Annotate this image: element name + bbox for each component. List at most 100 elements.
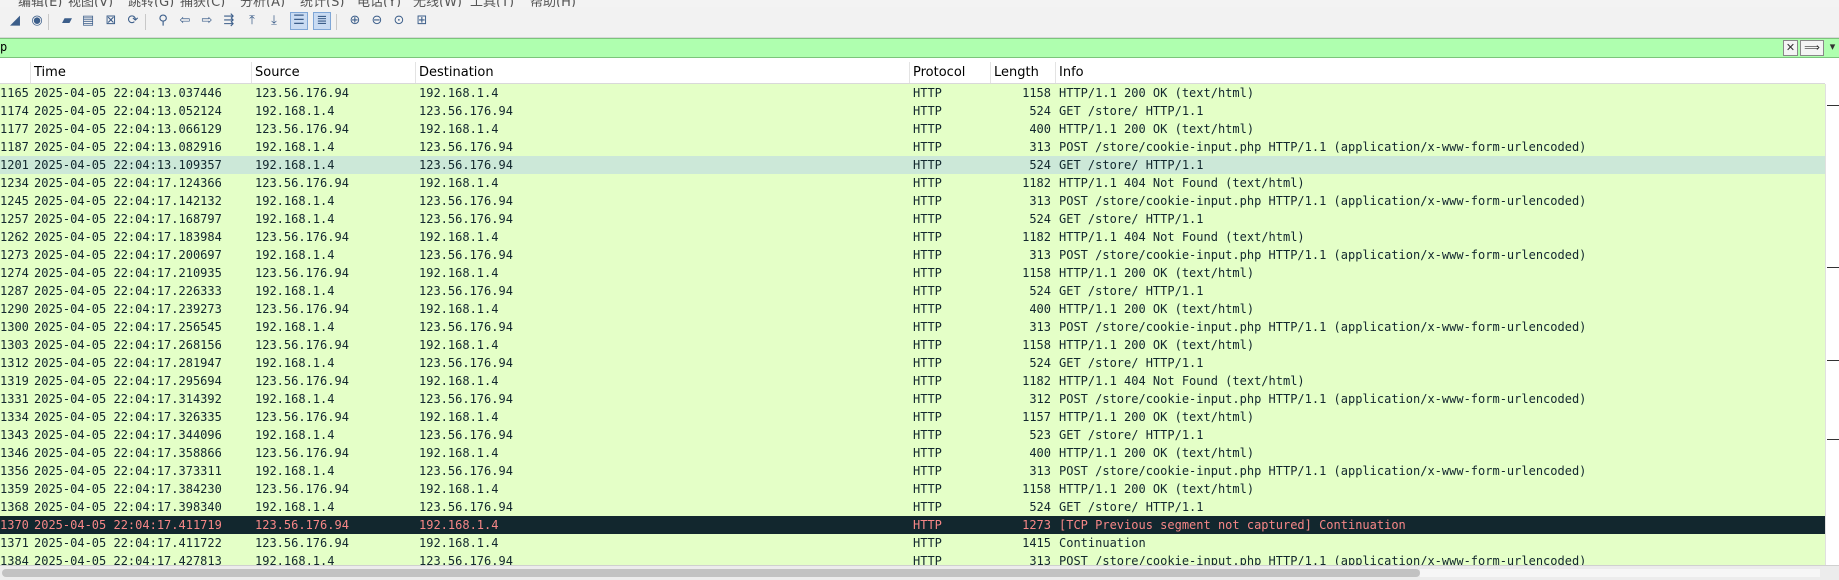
- go-back-icon[interactable]: ⇦: [176, 12, 194, 30]
- toolbar-separator: [48, 14, 49, 30]
- table-row[interactable]: 1343 2025-04-05 22:04:17.344096 192.168.1.…: [0, 426, 1825, 444]
- column-header-info[interactable]: Info: [1056, 62, 1825, 83]
- auto-scroll-icon[interactable]: ☰: [290, 12, 308, 30]
- apply-filter-icon[interactable]: ⟹: [1800, 40, 1824, 56]
- go-first-packet-icon[interactable]: ⤒: [243, 12, 261, 30]
- packet-number: 1319: [0, 374, 29, 388]
- packet-length: 400: [1029, 122, 1051, 136]
- table-row[interactable]: 1174 2025-04-05 22:04:13.052124 192.168.1.…: [0, 102, 1825, 120]
- packet-time: 2025-04-05 22:04:17.411722: [34, 536, 222, 550]
- menu-item[interactable]: 跳转(G): [128, 0, 174, 7]
- reload-file-icon[interactable]: ⟳: [124, 12, 142, 30]
- zoom-normal-icon[interactable]: ⊙: [390, 12, 408, 30]
- table-row[interactable]: 1300 2025-04-05 22:04:17.256545 192.168.1.…: [0, 318, 1825, 336]
- menu-item[interactable]: 无线(W): [413, 0, 462, 7]
- packet-info: POST /store/cookie-input.php HTTP/1.1 (a…: [1059, 320, 1587, 334]
- table-row[interactable]: 1234 2025-04-05 22:04:17.124366 123.56.176…: [0, 174, 1825, 192]
- packet-source: 192.168.1.4: [255, 464, 335, 478]
- table-row[interactable]: 1187 2025-04-05 22:04:13.082916 192.168.1.…: [0, 138, 1825, 156]
- display-filter-bar[interactable]: p ✕ ⟹ ▾: [0, 38, 1839, 58]
- table-row[interactable]: 1262 2025-04-05 22:04:17.183984 123.56.176…: [0, 228, 1825, 246]
- column-header-destination[interactable]: Destination: [416, 62, 910, 83]
- table-row[interactable]: 1356 2025-04-05 22:04:17.373311 192.168.1.…: [0, 462, 1825, 480]
- table-row[interactable]: 1245 2025-04-05 22:04:17.142132 192.168.1.…: [0, 192, 1825, 210]
- packet-destination: 123.56.176.94: [419, 356, 513, 370]
- packet-number: 1274: [0, 266, 29, 280]
- shark-fin-icon[interactable]: ◢: [6, 12, 24, 30]
- table-row[interactable]: 1274 2025-04-05 22:04:17.210935 123.56.176…: [0, 264, 1825, 282]
- menu-item[interactable]: 电话(Y): [357, 0, 401, 7]
- packet-protocol: HTTP: [913, 482, 942, 496]
- menu-item[interactable]: 统计(S): [300, 0, 344, 7]
- table-row[interactable]: 1368 2025-04-05 22:04:17.398340 192.168.1.…: [0, 498, 1825, 516]
- capture-options-icon[interactable]: ◉: [28, 12, 46, 30]
- packet-protocol: HTTP: [913, 554, 942, 565]
- packet-protocol: HTTP: [913, 176, 942, 190]
- table-row[interactable]: 1319 2025-04-05 22:04:17.295694 123.56.176…: [0, 372, 1825, 390]
- packet-destination: 123.56.176.94: [419, 158, 513, 172]
- packet-source: 192.168.1.4: [255, 140, 335, 154]
- packet-time: 2025-04-05 22:04:13.066129: [34, 122, 222, 136]
- menu-item[interactable]: 编辑(E): [18, 0, 62, 7]
- menu-item[interactable]: 帮助(H): [530, 0, 576, 7]
- table-row[interactable]: 1287 2025-04-05 22:04:17.226333 192.168.1.…: [0, 282, 1825, 300]
- table-row[interactable]: 1331 2025-04-05 22:04:17.314392 192.168.1.…: [0, 390, 1825, 408]
- column-header-no[interactable]: [0, 62, 31, 83]
- packet-number: 1165: [0, 86, 29, 100]
- packet-protocol: HTTP: [913, 104, 942, 118]
- table-row[interactable]: 1346 2025-04-05 22:04:17.358866 123.56.176…: [0, 444, 1825, 462]
- zoom-in-icon[interactable]: ⊕: [346, 12, 364, 30]
- packet-info: POST /store/cookie-input.php HTTP/1.1 (a…: [1059, 464, 1587, 478]
- packet-time: 2025-04-05 22:04:13.082916: [34, 140, 222, 154]
- packet-protocol: HTTP: [913, 392, 942, 406]
- packet-source: 192.168.1.4: [255, 554, 335, 565]
- menu-item[interactable]: 视图(V): [68, 0, 113, 7]
- column-header-time[interactable]: Time: [31, 62, 252, 83]
- table-row[interactable]: 1384 2025-04-05 22:04:17.427813 192.168.1.…: [0, 552, 1825, 565]
- go-last-packet-icon[interactable]: ⤓: [265, 12, 283, 30]
- table-row[interactable]: 1257 2025-04-05 22:04:17.168797 192.168.1.…: [0, 210, 1825, 228]
- go-forward-icon[interactable]: ⇨: [198, 12, 216, 30]
- menu-item[interactable]: 工具(T): [470, 0, 514, 7]
- table-row[interactable]: 1165 2025-04-05 22:04:13.037446 123.56.176…: [0, 84, 1825, 102]
- packet-info: POST /store/cookie-input.php HTTP/1.1 (a…: [1059, 140, 1587, 154]
- table-row[interactable]: 1334 2025-04-05 22:04:17.326335 123.56.176…: [0, 408, 1825, 426]
- column-header-length[interactable]: Length: [991, 62, 1056, 83]
- packet-list: 1165 2025-04-05 22:04:13.037446 123.56.176…: [0, 84, 1825, 565]
- packet-info: HTTP/1.1 200 OK (text/html): [1059, 122, 1255, 136]
- zoom-out-icon[interactable]: ⊖: [368, 12, 386, 30]
- column-header-protocol[interactable]: Protocol: [910, 62, 991, 83]
- packet-protocol: HTTP: [913, 338, 942, 352]
- display-filter-input[interactable]: p: [0, 40, 7, 54]
- packet-number: 1174: [0, 104, 29, 118]
- table-row[interactable]: 1201 2025-04-05 22:04:13.109357 192.168.1.…: [0, 156, 1825, 174]
- packet-length: 524: [1029, 356, 1051, 370]
- colorize-icon[interactable]: ≣: [313, 12, 331, 30]
- close-file-icon[interactable]: ⊠: [102, 12, 120, 30]
- save-file-icon[interactable]: ▤: [79, 12, 97, 30]
- open-file-icon[interactable]: ▰: [58, 12, 76, 30]
- packet-number: 1290: [0, 302, 29, 316]
- resize-columns-icon[interactable]: ⊞: [413, 12, 431, 30]
- menu-item[interactable]: 捕获(C): [180, 0, 225, 7]
- find-packet-icon[interactable]: ⚲: [154, 12, 172, 30]
- clear-filter-icon[interactable]: ✕: [1783, 40, 1798, 56]
- horizontal-scroll-thumb[interactable]: [2, 569, 1420, 577]
- menu-item[interactable]: 分析(A): [240, 0, 285, 7]
- vertical-scrollbar[interactable]: [1825, 84, 1839, 565]
- table-row[interactable]: 1303 2025-04-05 22:04:17.268156 123.56.176…: [0, 336, 1825, 354]
- column-header-source[interactable]: Source: [252, 62, 416, 83]
- table-row[interactable]: 1290 2025-04-05 22:04:17.239273 123.56.176…: [0, 300, 1825, 318]
- table-row[interactable]: 1273 2025-04-05 22:04:17.200697 192.168.1.…: [0, 246, 1825, 264]
- go-to-packet-icon[interactable]: ⇶: [220, 12, 238, 30]
- table-row[interactable]: 1177 2025-04-05 22:04:13.066129 123.56.176…: [0, 120, 1825, 138]
- packet-time: 2025-04-05 22:04:17.256545: [34, 320, 222, 334]
- horizontal-scrollbar[interactable]: [0, 565, 1839, 580]
- table-row[interactable]: 1370 2025-04-05 22:04:17.411719 123.56.176…: [0, 516, 1825, 534]
- filter-dropdown-icon[interactable]: ▾: [1826, 40, 1839, 56]
- table-row[interactable]: 1312 2025-04-05 22:04:17.281947 192.168.1.…: [0, 354, 1825, 372]
- packet-protocol: HTTP: [913, 446, 942, 460]
- table-row[interactable]: 1371 2025-04-05 22:04:17.411722 123.56.176…: [0, 534, 1825, 552]
- packet-info: POST /store/cookie-input.php HTTP/1.1 (a…: [1059, 248, 1587, 262]
- table-row[interactable]: 1359 2025-04-05 22:04:17.384230 123.56.176…: [0, 480, 1825, 498]
